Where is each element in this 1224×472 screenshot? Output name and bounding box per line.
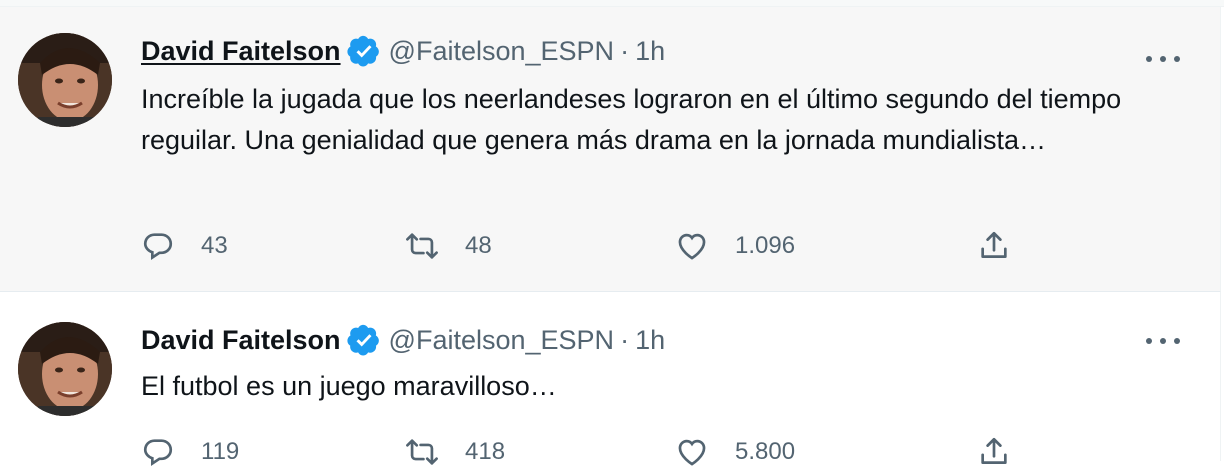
profile-photo-icon <box>18 33 112 127</box>
tweet-text: El futbol es un juego maravilloso… <box>141 371 557 401</box>
heart-icon <box>678 233 706 260</box>
verified-badge-icon <box>346 324 379 356</box>
author-handle[interactable]: @Faitelson_ESPN <box>389 325 615 356</box>
profile-photo-icon <box>18 322 112 416</box>
share-icon <box>981 231 1007 258</box>
retweet-count: 48 <box>465 232 492 259</box>
share-button[interactable] <box>977 432 1037 472</box>
timeline-top-divider <box>0 0 1224 7</box>
retweet-icon <box>406 233 438 259</box>
reply-count: 43 <box>201 232 228 259</box>
like-count: 5.800 <box>735 438 796 465</box>
share-button[interactable] <box>977 226 1037 266</box>
retweet-count: 418 <box>465 438 506 465</box>
more-options-icon[interactable] <box>1146 336 1180 346</box>
tweet-actions: 119 418 5.800 <box>141 432 1041 472</box>
like-button[interactable]: 1.096 <box>675 226 795 266</box>
separator-dot: · <box>620 324 630 355</box>
retweet-button[interactable]: 418 <box>405 432 505 472</box>
author-name[interactable]: David Faitelson <box>141 325 341 356</box>
tweet-timestamp[interactable]: 1h <box>635 36 665 67</box>
like-button[interactable]: 5.800 <box>675 432 795 472</box>
heart-icon <box>678 439 706 466</box>
avatar[interactable] <box>18 33 112 127</box>
share-icon <box>981 437 1007 464</box>
like-count: 1.096 <box>735 232 796 259</box>
tweet-timestamp[interactable]: 1h <box>635 325 665 356</box>
verified-badge-icon <box>346 35 379 67</box>
tweet-header: David Faitelson @Faitelson_ESPN · 1h <box>141 33 665 69</box>
avatar[interactable] <box>18 322 112 416</box>
author-handle[interactable]: @Faitelson_ESPN <box>389 36 615 67</box>
separator-dot: · <box>620 35 630 66</box>
tweet[interactable]: David Faitelson @Faitelson_ESPN · 1h El … <box>0 292 1221 466</box>
reply-icon <box>143 233 173 260</box>
more-options-icon[interactable] <box>1146 54 1180 64</box>
author-name[interactable]: David Faitelson <box>141 36 341 67</box>
retweet-icon <box>406 439 438 465</box>
tweet-text: Increíble la jugada que los neerlandeses… <box>141 84 1122 155</box>
reply-count: 119 <box>201 438 240 465</box>
tweet-actions: 43 48 1.096 <box>141 226 1041 266</box>
tweet[interactable]: David Faitelson @Faitelson_ESPN · 1h Inc… <box>0 7 1221 292</box>
reply-icon <box>143 439 173 466</box>
reply-button[interactable]: 43 <box>141 226 228 266</box>
reply-button[interactable]: 119 <box>141 432 239 472</box>
retweet-button[interactable]: 48 <box>405 226 492 266</box>
tweet-header: David Faitelson @Faitelson_ESPN · 1h <box>141 322 665 358</box>
